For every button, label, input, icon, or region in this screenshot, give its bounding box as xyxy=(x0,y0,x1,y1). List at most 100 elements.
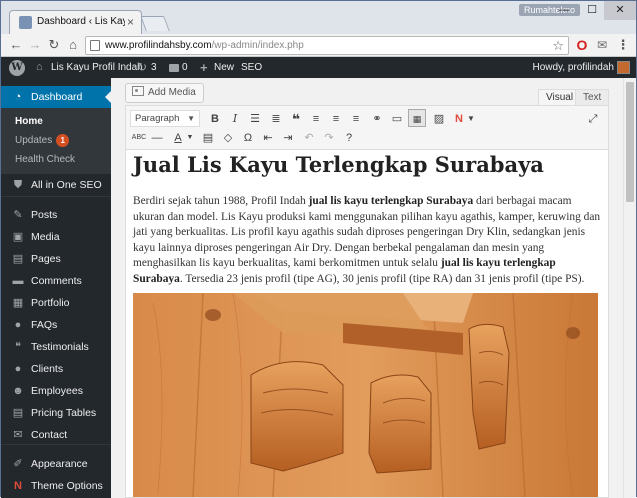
tab-title: Dashboard ‹ Lis Kayu Pro xyxy=(37,16,125,27)
blockquote-icon[interactable]: ❝ xyxy=(287,110,305,128)
theme-options-icon: N xyxy=(14,480,22,492)
special-character-icon[interactable]: Ω xyxy=(239,129,257,147)
comments-count[interactable]: 0 xyxy=(182,57,188,78)
italic-icon[interactable]: I xyxy=(226,110,244,128)
sidebar-item-portfolio[interactable]: ▦ Portfolio xyxy=(1,292,111,314)
page-info-icon[interactable] xyxy=(90,40,100,51)
sidebar-item-employees[interactable]: ☻ Employees xyxy=(1,380,111,402)
sidebar-item-dashboard[interactable]: ◔ Dashboard xyxy=(1,86,111,108)
undo-icon[interactable]: ↶ xyxy=(300,129,318,147)
link-icon[interactable]: ⚭ xyxy=(368,110,386,128)
wp-admin-bar: W ⌂ Lis Kayu Profil Indah ↻ 3 0 + New SE… xyxy=(1,57,636,78)
sidebar-item-testimonials[interactable]: ❝ Testimonials xyxy=(1,336,111,358)
table-icon: ▤ xyxy=(12,407,24,419)
appearance-icon: ✐ xyxy=(13,458,23,470)
text-color-dropdown-icon[interactable]: ▼ xyxy=(181,129,199,147)
clients-icon: ● xyxy=(14,363,22,375)
updates-badge: 1 xyxy=(56,134,70,147)
sidebar-item-pricing-tables[interactable]: ▤ Pricing Tables xyxy=(1,402,111,424)
sidebar-item-comments[interactable]: ▬ Comments xyxy=(1,270,111,292)
sidebar-item-pages[interactable]: ▤ Pages xyxy=(1,248,111,270)
back-icon[interactable]: ← xyxy=(7,36,25,54)
seo-link[interactable]: SEO xyxy=(241,57,262,78)
page-scrollbar[interactable] xyxy=(623,78,636,498)
reload-icon[interactable]: ↻ xyxy=(45,36,63,54)
submenu-home[interactable]: Home xyxy=(15,116,43,127)
forward-icon[interactable]: → xyxy=(26,36,44,54)
home-icon[interactable]: ⌂ xyxy=(64,36,82,54)
sidebar-item-label: Testimonials xyxy=(31,341,89,353)
howdy-user-link[interactable]: Howdy, profilindah xyxy=(532,57,614,78)
browser-tab[interactable]: Dashboard ‹ Lis Kayu Pro × xyxy=(9,10,142,34)
sidebar-item-label: Theme Options xyxy=(31,480,103,492)
address-bar[interactable]: www.profilindahsby.com/wp-admin/index.ph… xyxy=(85,36,569,55)
redo-icon[interactable]: ↷ xyxy=(320,129,338,147)
main-content: Add Media Visual Text Paragraph ▼ B I ☰ ≣… xyxy=(111,78,623,498)
maximize-icon[interactable]: ☐ xyxy=(578,1,606,20)
comments-icon[interactable] xyxy=(169,64,179,72)
menu-icon[interactable]: ⋮ xyxy=(615,37,631,53)
help-icon[interactable]: ? xyxy=(340,129,358,147)
media-icon: ▣ xyxy=(12,231,24,243)
fullscreen-icon[interactable]: ⤢ xyxy=(584,110,602,128)
insert-image-icon[interactable]: ▨ xyxy=(430,110,448,128)
submenu-updates[interactable]: Updates 1 xyxy=(15,134,70,147)
avatar[interactable] xyxy=(617,61,630,74)
outdent-icon[interactable]: ⇤ xyxy=(259,129,277,147)
align-right-icon[interactable]: ≡ xyxy=(347,110,365,128)
tab-text[interactable]: Text xyxy=(575,89,610,105)
site-home-icon[interactable]: ⌂ xyxy=(36,57,43,78)
sidebar-item-label: Contact xyxy=(31,429,68,441)
shortcode-dropdown-icon[interactable]: ▼ xyxy=(462,110,480,128)
horizontal-line-icon[interactable]: — xyxy=(148,129,166,147)
new-content-link[interactable]: New xyxy=(214,57,234,78)
sidebar-separator xyxy=(1,444,111,445)
scrollbar-thumb[interactable] xyxy=(626,82,634,202)
align-center-icon[interactable]: ≡ xyxy=(327,110,345,128)
wood-moulding-photo[interactable] xyxy=(133,293,598,497)
new-content-icon[interactable]: + xyxy=(200,57,208,78)
indent-icon[interactable]: ⇥ xyxy=(279,129,297,147)
new-tab-button[interactable] xyxy=(140,16,170,31)
bullet-list-icon[interactable]: ☰ xyxy=(246,110,264,128)
align-left-icon[interactable]: ≡ xyxy=(307,110,325,128)
sidebar-item-all-in-one-seo[interactable]: ⛊ All in One SEO xyxy=(1,174,111,196)
bookmark-star-icon[interactable]: ☆ xyxy=(552,38,564,54)
pin-icon: ✎ xyxy=(13,209,23,221)
sidebar-item-media[interactable]: ▣ Media xyxy=(1,226,111,248)
sidebar-item-appearance[interactable]: ✐ Appearance xyxy=(1,453,111,475)
dashboard-icon: ◔ xyxy=(14,91,22,103)
sidebar-item-theme-options[interactable]: N Theme Options xyxy=(1,475,111,497)
minimize-icon[interactable]: — xyxy=(550,1,578,20)
sidebar-separator xyxy=(1,196,111,197)
opera-icon[interactable]: O xyxy=(574,37,590,53)
submenu-health-check[interactable]: Health Check xyxy=(15,154,75,165)
add-media-button[interactable]: Add Media xyxy=(125,83,204,103)
updates-icon[interactable]: ↻ xyxy=(137,57,147,78)
sidebar-item-faqs[interactable]: ● FAQs xyxy=(1,314,111,336)
editor-toolbar: Paragraph ▼ B I ☰ ≣ ❝ ≡ ≡ ≡ ⚭ ▭ ▦ ▨ N ▼ ⤢… xyxy=(126,106,608,150)
strikethrough-icon[interactable]: ABC xyxy=(130,129,148,147)
editor-content[interactable]: Jual Lis Kayu Terlengkap Surabaya Berdir… xyxy=(126,150,608,497)
paste-text-icon[interactable]: ▤ xyxy=(199,129,217,147)
browser-window: Dashboard ‹ Lis Kayu Pro × Rumahtekno — … xyxy=(0,0,637,498)
sidebar-item-contact[interactable]: ✉ Contact xyxy=(1,424,111,446)
updates-count[interactable]: 3 xyxy=(151,57,157,78)
sidebar-item-clients[interactable]: ● Clients xyxy=(1,358,111,380)
title-bar: Dashboard ‹ Lis Kayu Pro × Rumahtekno — … xyxy=(1,1,636,34)
clear-formatting-icon[interactable]: ◇ xyxy=(219,129,237,147)
bold-icon[interactable]: B xyxy=(206,110,224,128)
close-window-icon[interactable]: ✕ xyxy=(604,1,636,20)
tab-close-icon[interactable]: × xyxy=(127,15,134,29)
sidebar-item-label: All in One SEO xyxy=(31,179,102,191)
site-name-link[interactable]: Lis Kayu Profil Indah xyxy=(51,57,143,78)
format-select[interactable]: Paragraph ▼ xyxy=(130,110,200,127)
wordpress-logo-icon[interactable]: W xyxy=(9,60,25,76)
toolbar-toggle-icon[interactable]: ▦ xyxy=(408,109,426,127)
sidebar-item-label: Pricing Tables xyxy=(31,407,97,419)
mail-icon[interactable]: ✉ xyxy=(594,37,610,53)
sidebar-item-posts[interactable]: ✎ Posts xyxy=(1,204,111,226)
read-more-icon[interactable]: ▭ xyxy=(388,110,406,128)
numbered-list-icon[interactable]: ≣ xyxy=(267,110,285,128)
sidebar-item-label: Clients xyxy=(31,363,64,375)
